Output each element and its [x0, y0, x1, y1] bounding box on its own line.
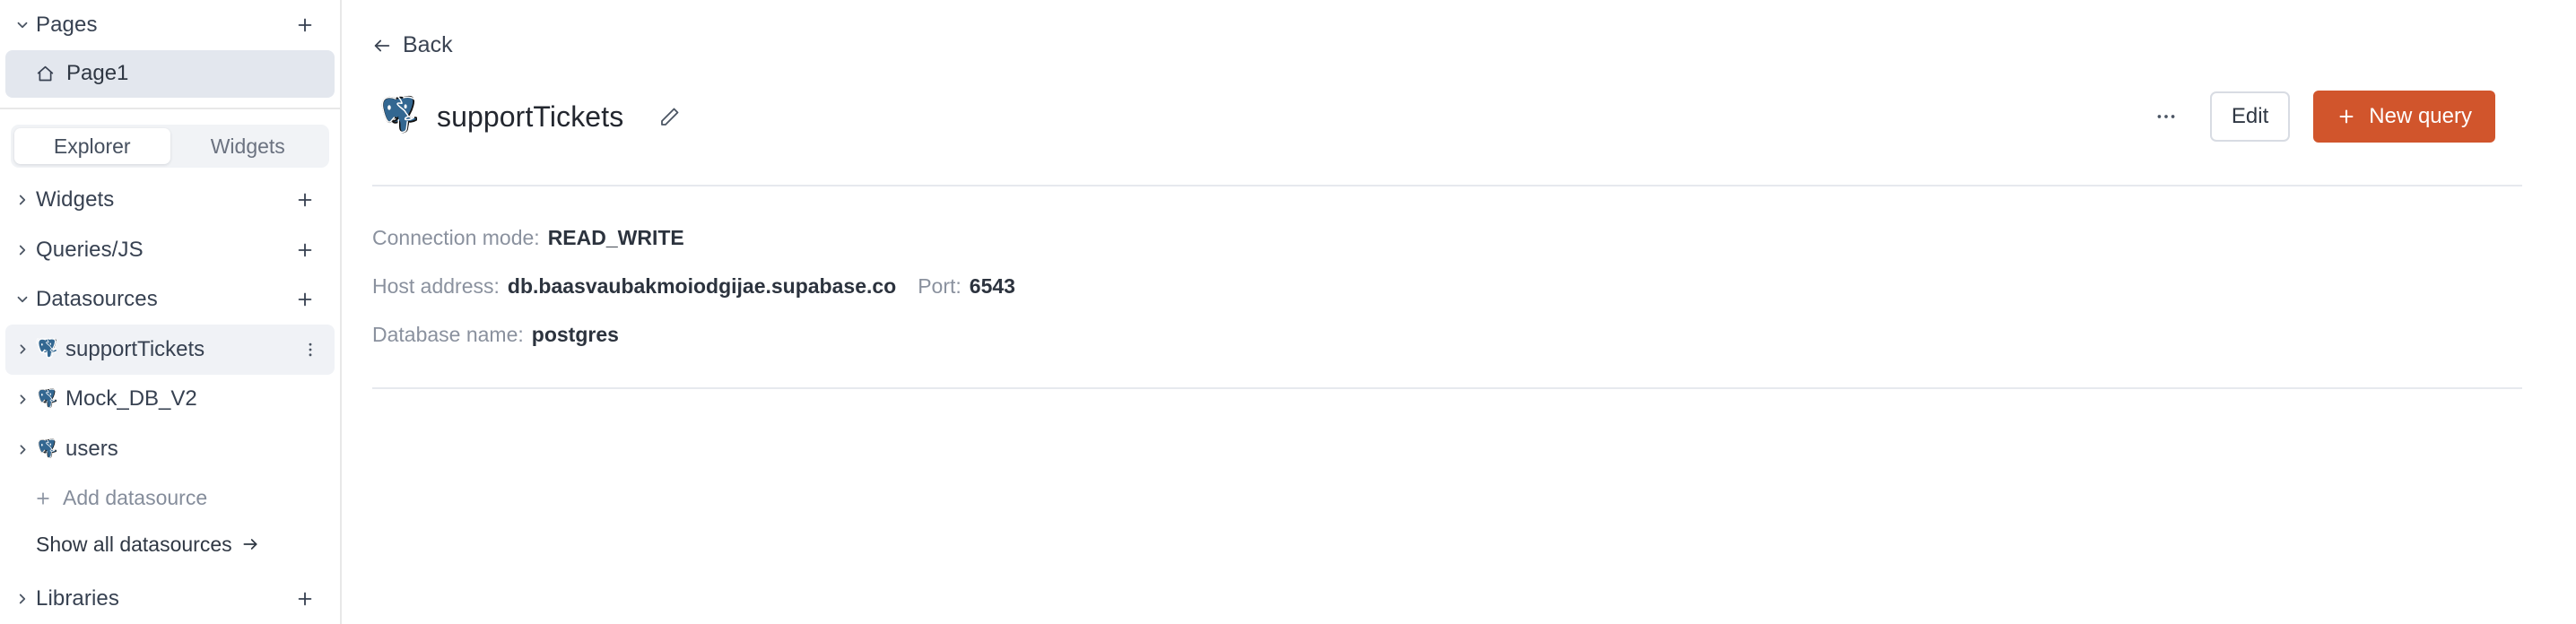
tab-explorer[interactable]: Explorer — [14, 128, 170, 165]
datasource-details: Connection mode: READ_WRITE Host address… — [342, 186, 2522, 347]
sidebar: Pages Page1 Explorer Widgets Widgets Que… — [0, 0, 342, 624]
detail-connection-mode-value: READ_WRITE — [547, 226, 684, 249]
edit-button[interactable]: Edit — [2209, 91, 2291, 142]
home-icon — [36, 65, 55, 83]
detail-port-key: Port: — [918, 274, 962, 298]
main-content: Back supportTickets Edit New query Conne… — [342, 0, 2576, 624]
arrow-left-icon — [372, 36, 392, 56]
detail-host-address-value: db.baasvaubakmoiodgijae.supabase.co — [507, 274, 897, 298]
chevron-right-icon[interactable] — [13, 442, 32, 457]
postgres-icon — [34, 338, 57, 360]
chevron-right-icon[interactable] — [13, 392, 32, 407]
add-page-button[interactable] — [290, 10, 320, 40]
datasource-header: supportTickets Edit New query — [372, 91, 2522, 143]
details-divider — [372, 387, 2522, 389]
sidebar-section-datasources-label: Datasources — [36, 287, 158, 312]
sidebar-item-datasource-mock-db-v2-label: Mock_DB_V2 — [65, 386, 197, 412]
tab-widgets[interactable]: Widgets — [170, 128, 326, 164]
detail-database-name-key: Database name: — [372, 323, 524, 346]
sidebar-section-widgets[interactable]: Widgets — [0, 175, 340, 225]
detail-database-name-value: postgres — [531, 323, 619, 346]
postgres-icon — [372, 93, 419, 140]
pencil-icon[interactable] — [652, 99, 688, 134]
add-widget-button[interactable] — [290, 185, 320, 215]
add-library-button[interactable] — [290, 584, 320, 614]
chevron-right-icon — [13, 242, 32, 258]
back-button-label: Back — [403, 32, 453, 57]
plus-icon — [34, 490, 52, 507]
sidebar-section-libraries[interactable]: Libraries — [0, 574, 340, 624]
page-title: supportTickets — [437, 100, 624, 133]
add-datasource-button[interactable]: Add datasource — [0, 474, 340, 523]
new-query-button[interactable]: New query — [2313, 91, 2495, 143]
postgres-icon — [34, 438, 57, 461]
arrow-right-icon — [241, 535, 259, 553]
add-query-button[interactable] — [290, 235, 320, 265]
sidebar-item-page1-label: Page1 — [66, 61, 129, 86]
chevron-down-icon — [13, 291, 32, 308]
more-horizontal-icon[interactable] — [2145, 96, 2187, 137]
sidebar-item-datasource-users[interactable]: users — [5, 424, 335, 474]
new-query-button-label: New query — [2369, 104, 2472, 128]
chevron-right-icon[interactable] — [13, 342, 32, 357]
sidebar-section-pages-label: Pages — [36, 12, 98, 37]
header-actions: Edit New query — [2145, 91, 2495, 143]
back-button[interactable]: Back — [372, 32, 453, 58]
sidebar-section-datasources[interactable]: Datasources — [0, 274, 340, 325]
show-all-datasources-label: Show all datasources — [36, 532, 232, 556]
plus-icon — [2337, 107, 2356, 126]
show-all-datasources-link[interactable]: Show all datasources — [0, 523, 340, 568]
sidebar-item-datasource-supporttickets-label: supportTickets — [65, 336, 205, 361]
sidebar-tabs: Explorer Widgets — [0, 109, 340, 175]
sidebar-item-datasource-mock-db-v2[interactable]: Mock_DB_V2 — [5, 375, 335, 425]
add-datasource-label: Add datasource — [63, 486, 208, 510]
sidebar-section-queries-js-label: Queries/JS — [36, 237, 144, 262]
tab-explorer-label: Explorer — [53, 134, 131, 158]
sidebar-section-libraries-label: Libraries — [36, 586, 119, 611]
detail-host-address: Host address: db.baasvaubakmoiodgijae.su… — [372, 274, 2522, 299]
chevron-right-icon — [13, 591, 32, 607]
chevron-down-icon — [13, 17, 32, 33]
add-datasource-header-button[interactable] — [290, 284, 320, 315]
detail-database-name: Database name: postgres — [372, 323, 2522, 347]
detail-port-value: 6543 — [969, 274, 1015, 298]
sidebar-section-widgets-label: Widgets — [36, 187, 115, 212]
sidebar-item-datasource-supporttickets[interactable]: supportTickets — [5, 325, 335, 375]
sidebar-section-pages[interactable]: Pages — [0, 0, 340, 50]
more-vertical-icon[interactable] — [297, 334, 324, 365]
chevron-right-icon — [13, 192, 32, 208]
detail-connection-mode-key: Connection mode: — [372, 226, 540, 249]
tab-widgets-label: Widgets — [210, 134, 285, 158]
sidebar-item-datasource-users-label: users — [65, 437, 118, 462]
sidebar-item-page1[interactable]: Page1 — [5, 49, 335, 99]
sidebar-section-queries-js[interactable]: Queries/JS — [0, 225, 340, 275]
detail-connection-mode: Connection mode: READ_WRITE — [372, 226, 2522, 250]
app-root: Pages Page1 Explorer Widgets Widgets Que… — [0, 0, 2576, 624]
detail-host-address-key: Host address: — [372, 274, 500, 298]
postgres-icon — [34, 387, 57, 411]
